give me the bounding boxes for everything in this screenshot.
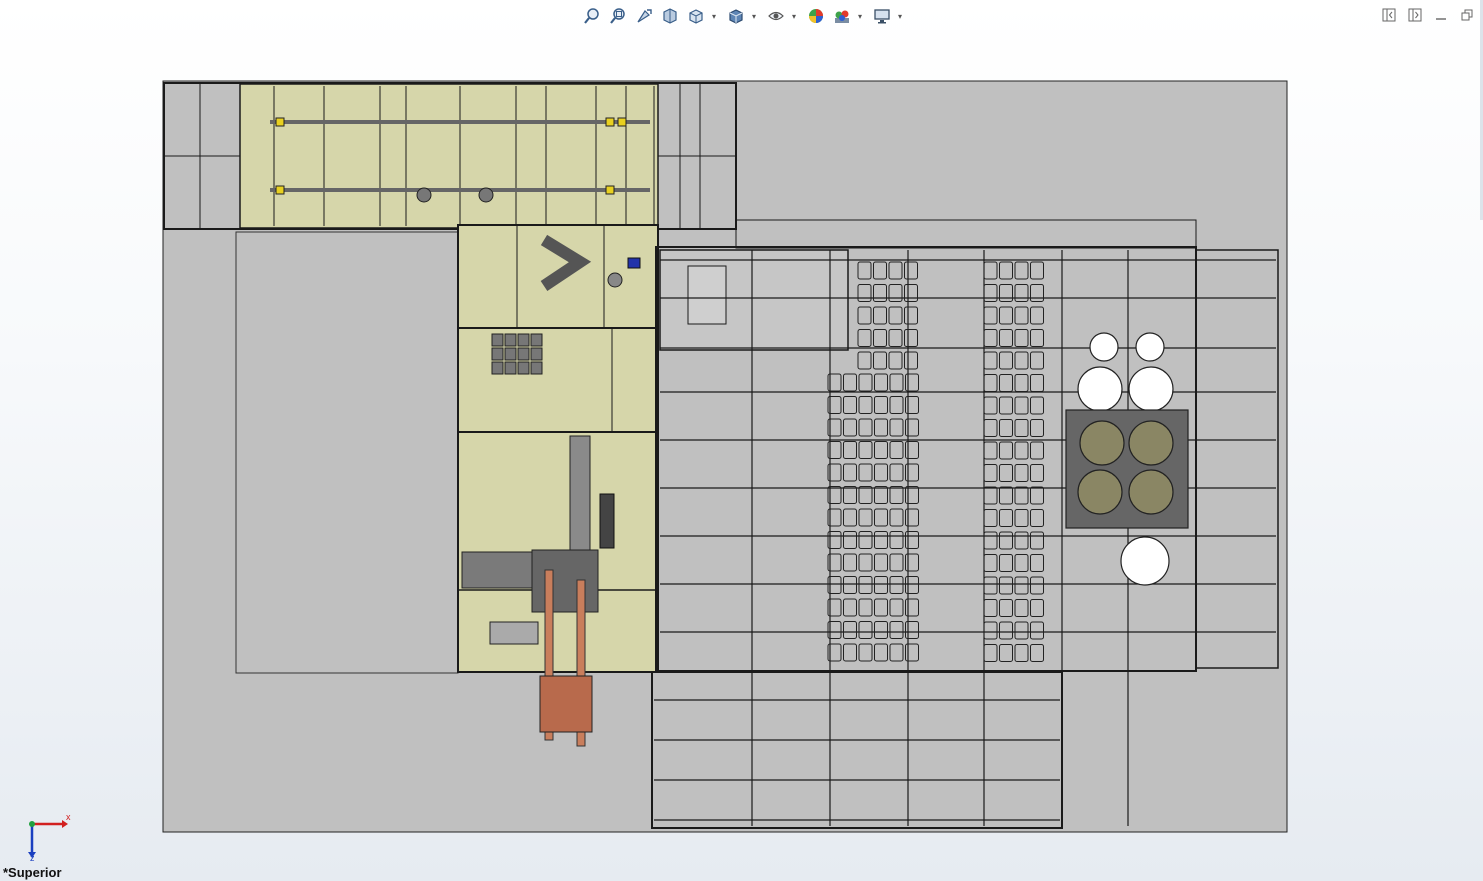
coordinate-triad: x z: [28, 812, 71, 862]
control-block: [530, 361, 543, 375]
control-block: [530, 333, 543, 347]
control-block: [491, 347, 504, 361]
view-orientation-label: *Superior: [3, 865, 62, 880]
control-block: [504, 333, 517, 347]
control-block: [504, 361, 517, 375]
top-left-wing: [163, 82, 737, 230]
control-block: [491, 333, 504, 347]
control-block: [530, 347, 543, 361]
control-block: [504, 347, 517, 361]
control-block: [517, 347, 530, 361]
control-block: [491, 361, 504, 375]
control-block: [517, 333, 530, 347]
triad-z-label: z: [30, 853, 35, 862]
control-block: [517, 361, 530, 375]
triad-x-label: x: [66, 812, 71, 822]
cad-graphics-area[interactable]: [0, 0, 1483, 881]
